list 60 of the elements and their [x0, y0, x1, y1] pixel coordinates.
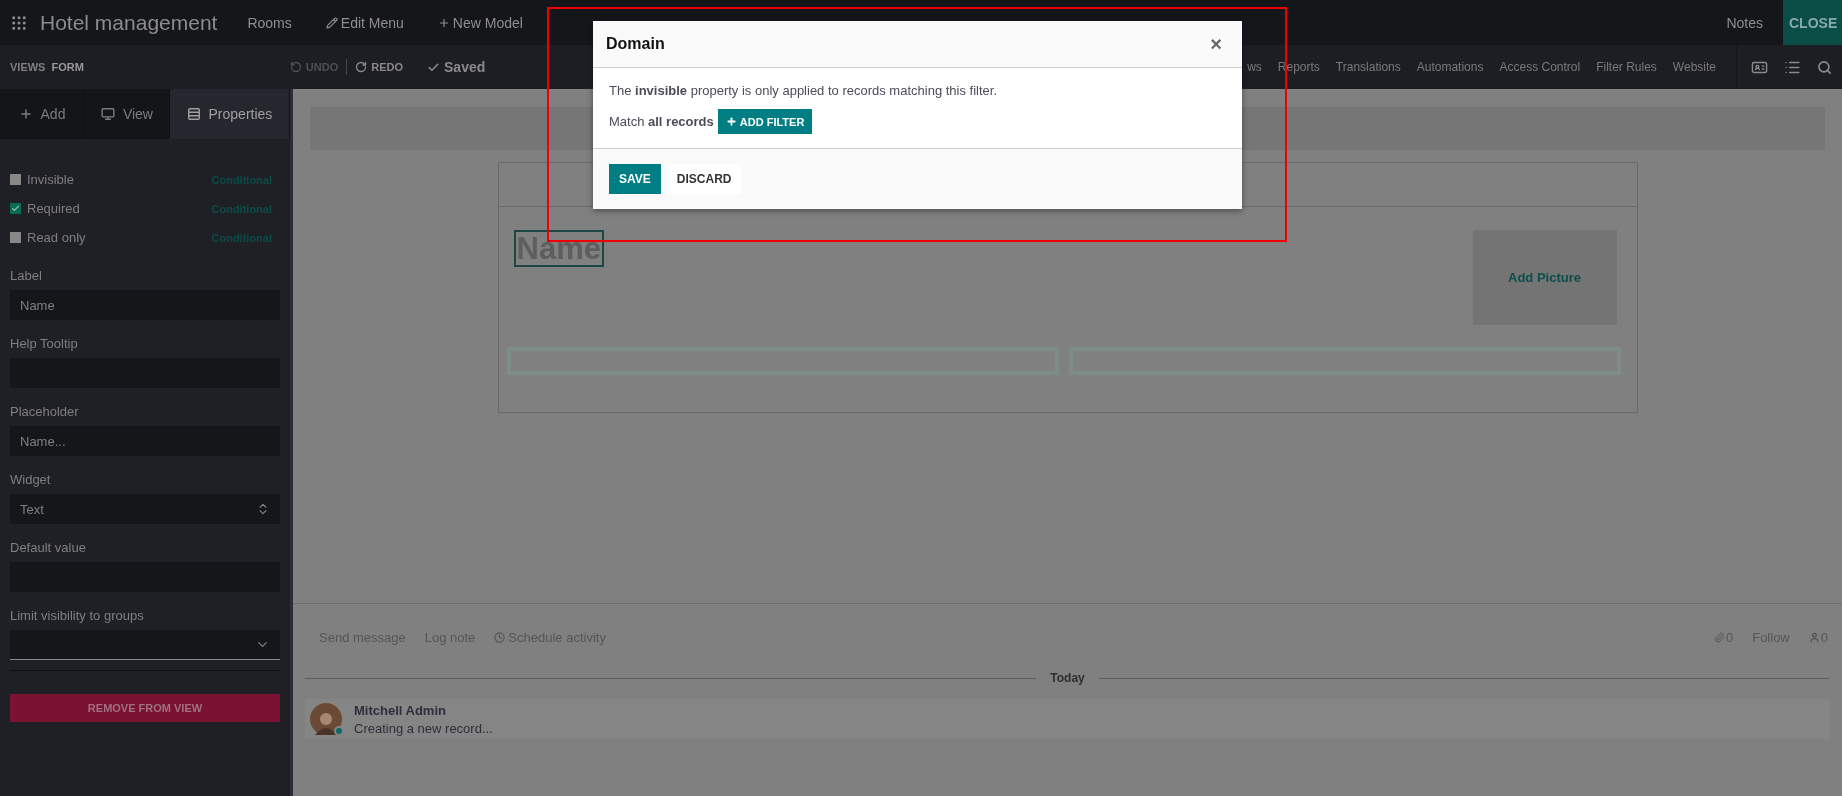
- menu-item[interactable]: Edit Menu: [325, 14, 404, 31]
- view-name: FORM: [51, 61, 84, 73]
- checkbox[interactable]: [10, 232, 21, 243]
- field-label: Help Tooltip: [10, 336, 79, 351]
- add-filter-button[interactable]: ADD FILTER: [717, 109, 813, 134]
- message-author: Mitchell Admin: [354, 702, 447, 718]
- checkbox-label: Required: [27, 201, 80, 216]
- field-label: Label: [10, 268, 43, 283]
- menu-item[interactable]: Website: [1672, 60, 1716, 74]
- menu-item[interactable]: Filter Rules: [1596, 60, 1657, 74]
- discard-button[interactable]: DISCARD: [666, 164, 742, 194]
- sidebar-tab[interactable]: Properties: [169, 89, 290, 139]
- plus-icon: [18, 107, 33, 121]
- close-button[interactable]: ×: [1204, 31, 1228, 57]
- dialog-description: The invisible property is only applied to records matching this filter.: [609, 83, 999, 98]
- menu-item[interactable]: Automations: [1416, 60, 1484, 74]
- monitor-icon: [100, 107, 115, 121]
- pencil-icon: [325, 16, 338, 29]
- message-text: Creating a new record...: [354, 720, 493, 736]
- save-button[interactable]: SAVE: [609, 164, 661, 194]
- sidebar-tab[interactable]: Add: [0, 89, 85, 139]
- date-separator: Today: [1050, 671, 1085, 685]
- menu-item[interactable]: Access Control: [1499, 60, 1581, 74]
- apps-icon[interactable]: [10, 13, 28, 32]
- person-icon: [315, 711, 337, 735]
- match-text: Match all records: [609, 114, 714, 129]
- select-field[interactable]: Text: [10, 494, 280, 524]
- menu-item[interactable]: ws: [1247, 60, 1262, 74]
- input-field[interactable]: Name...: [10, 426, 280, 456]
- saved-button[interactable]: Saved: [419, 59, 494, 75]
- field-label: Default value: [10, 540, 87, 555]
- sidebar-tab[interactable]: View: [84, 89, 170, 139]
- clock-icon: [494, 632, 506, 643]
- dialog-title: Domain: [606, 35, 665, 53]
- checkbox[interactable]: [10, 174, 21, 185]
- select-field[interactable]: [10, 630, 280, 660]
- menu-item[interactable]: Translations: [1335, 60, 1401, 74]
- redo-button[interactable]: REDO: [347, 61, 411, 73]
- remove-button[interactable]: REMOVE FROM VIEW: [10, 693, 280, 722]
- close-button[interactable]: CLOSE: [1783, 0, 1842, 45]
- check-icon: [427, 60, 440, 74]
- input-field[interactable]: Name: [10, 290, 280, 320]
- redo-icon: [355, 61, 368, 73]
- add-picture-button[interactable]: Add Picture: [1472, 230, 1617, 325]
- checkbox-label: Invisible: [27, 172, 74, 187]
- checkbox[interactable]: [10, 203, 21, 214]
- list-icon: [186, 107, 201, 121]
- search-icon[interactable]: [1817, 59, 1832, 75]
- field-label: Placeholder: [10, 404, 80, 419]
- plus-icon: [725, 116, 737, 127]
- app-title: Hotel management: [40, 10, 218, 35]
- undo-icon: [289, 61, 302, 73]
- checkbox-label: Read only: [27, 230, 86, 245]
- menu-item[interactable]: New Model: [437, 14, 523, 31]
- plus-icon: [437, 16, 450, 29]
- field-label: Limit visibility to groups: [10, 608, 145, 623]
- menu-item[interactable]: Rooms: [247, 14, 292, 31]
- views-label: VIEWS: [10, 61, 46, 73]
- notes-link[interactable]: Notes: [1726, 14, 1763, 31]
- field-label: Widget: [10, 472, 52, 487]
